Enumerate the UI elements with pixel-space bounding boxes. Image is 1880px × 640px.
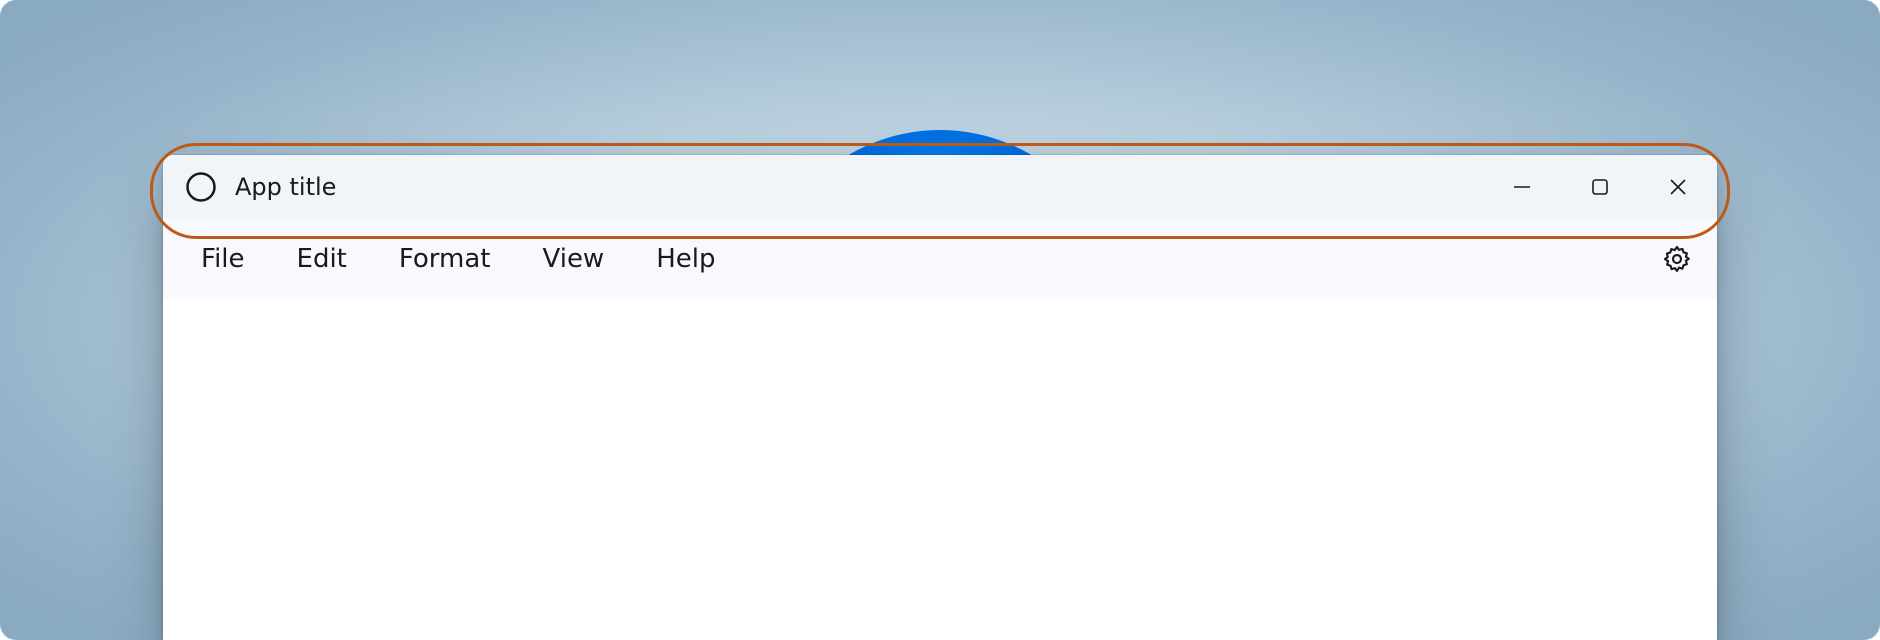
close-icon	[1668, 177, 1688, 197]
app-icon	[185, 171, 217, 203]
desktop-backdrop: App title	[0, 0, 1880, 640]
menu-format[interactable]: Format	[373, 236, 517, 282]
maximize-button[interactable]	[1561, 155, 1639, 219]
app-window: App title	[163, 155, 1717, 640]
menu-view[interactable]: View	[517, 236, 631, 282]
maximize-icon	[1590, 177, 1610, 197]
titlebar[interactable]: App title	[163, 155, 1717, 219]
menubar: File Edit Format View Help	[163, 219, 1717, 300]
app-title: App title	[235, 173, 336, 201]
content-area	[163, 299, 1717, 640]
menu-edit[interactable]: Edit	[271, 236, 373, 282]
close-button[interactable]	[1639, 155, 1717, 219]
minimize-button[interactable]	[1483, 155, 1561, 219]
caption-buttons	[1483, 155, 1717, 219]
menu-help[interactable]: Help	[630, 236, 741, 282]
gear-icon	[1662, 244, 1692, 274]
settings-button[interactable]	[1655, 237, 1699, 281]
menu-file[interactable]: File	[175, 236, 271, 282]
minimize-icon	[1512, 177, 1532, 197]
